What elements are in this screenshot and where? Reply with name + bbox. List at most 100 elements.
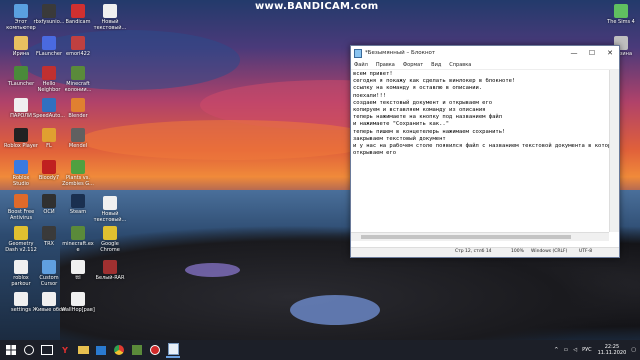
- record-icon: [150, 345, 160, 355]
- chrome-taskbar[interactable]: [112, 343, 126, 357]
- desktop-icon[interactable]: Plants vs. Zombies G...: [61, 160, 95, 187]
- notepad-app-icon: [354, 48, 362, 58]
- wallpaper-cloud: [80, 120, 380, 160]
- desktop-icon[interactable]: WallHop[рав]: [61, 292, 95, 313]
- desktop-icon-label: Plants vs. Zombies G...: [62, 175, 94, 187]
- wallpaper-pool: [290, 295, 380, 325]
- desktop-icon[interactable]: Blender: [61, 98, 95, 119]
- text-line: сегодня я покажу как сделать винлокер в …: [353, 78, 516, 85]
- desktop-icon-image: [71, 4, 85, 18]
- notepad-titlebar[interactable]: *Безымянный – Блокнот — ☐ ✕: [351, 46, 619, 60]
- status-eol: Windows (CRLF): [531, 249, 568, 254]
- desktop-icon-label: Minecraft колонии...: [64, 81, 92, 93]
- explorer-taskbar[interactable]: [76, 343, 90, 357]
- status-encoding: UTF-8: [579, 249, 593, 254]
- desktop-icon-image: [14, 292, 28, 306]
- desktop-icon[interactable]: Minecraft колонии...: [61, 66, 95, 93]
- desktop-icon[interactable]: Белый-RAR: [93, 260, 127, 281]
- desktop-icon-label: Steam: [69, 209, 87, 215]
- tray-network-icon[interactable]: ▭: [563, 347, 568, 353]
- desktop-icon-image: [71, 128, 85, 142]
- notepad-title: *Безымянный – Блокнот: [365, 50, 436, 56]
- text-line: поехали!!!: [353, 92, 387, 99]
- text-line: копируем и вставляем команду из описания: [353, 107, 486, 114]
- desktop-icon-image: [71, 160, 85, 174]
- desktop-icon-image: [42, 160, 56, 174]
- tray-language[interactable]: РУС: [582, 347, 592, 353]
- status-zoom: 100%: [511, 249, 524, 254]
- start-button[interactable]: [4, 343, 18, 357]
- text-line: ссылку на команду я оставлю в описании.: [353, 85, 483, 92]
- desktop-icon-image: [14, 36, 28, 50]
- desktop-icon-image: [42, 4, 56, 18]
- clock-date: 11.11.2020: [597, 350, 627, 356]
- desktop-icon[interactable]: Steam: [61, 194, 95, 215]
- desktop-icon[interactable]: Новый текстовый...: [93, 4, 127, 31]
- notepad-text-area[interactable]: всем привет! сегодня я покажу как сделать…: [351, 70, 609, 232]
- desktop-icon[interactable]: minecraft.exe: [61, 226, 95, 253]
- bandicam-taskbar[interactable]: [148, 343, 162, 357]
- menu-edit[interactable]: Правка: [376, 62, 395, 68]
- desktop-icon[interactable]: Bandicam: [61, 4, 95, 25]
- text-line: открываем его: [353, 150, 397, 157]
- desktop-icon-image: [14, 160, 28, 174]
- desktop-icon-label: ttl: [75, 275, 81, 281]
- menu-file[interactable]: Файл: [354, 62, 368, 68]
- desktop-icon-image: [42, 66, 56, 80]
- task-view-button[interactable]: [40, 343, 54, 357]
- desktop-icon-image: [71, 194, 85, 208]
- horizontal-scrollbar[interactable]: [351, 232, 609, 241]
- desktop-icon[interactable]: ttl: [61, 260, 95, 281]
- tray-arrow-icon[interactable]: ^: [554, 347, 558, 353]
- text-line: теперь нажимаете на кнопку под названием…: [353, 114, 503, 121]
- desktop-icon-image: [42, 98, 56, 112]
- notepad-taskbar[interactable]: [166, 342, 180, 358]
- desktop-icon[interactable]: Mendel: [61, 128, 95, 149]
- desktop-icon-image: [14, 4, 28, 18]
- desktop-icon-image: [103, 260, 117, 274]
- desktop-icon-label: WallHop[рав]: [61, 307, 95, 313]
- yandex-icon: Y: [62, 345, 68, 355]
- text-line: создаем текстовый документ и открываем е…: [353, 99, 493, 106]
- desktop-icon[interactable]: Google Chrome: [93, 226, 127, 253]
- close-button[interactable]: ✕: [601, 46, 619, 60]
- maximize-button[interactable]: ☐: [583, 46, 601, 60]
- menu-help[interactable]: Справка: [449, 62, 471, 68]
- search-icon: [24, 345, 34, 355]
- desktop-icon-image: [14, 226, 28, 240]
- desktop-icon-image: [42, 128, 56, 142]
- text-line: теперь пишем в концетелерь нажимаем сохр…: [353, 128, 506, 135]
- minecraft-taskbar[interactable]: [130, 343, 144, 357]
- tray-volume-icon[interactable]: ◁: [573, 347, 577, 353]
- text-line: закрываем текстовый документ: [353, 135, 446, 142]
- vertical-scrollbar[interactable]: [609, 70, 619, 232]
- windows-logo-icon: [6, 345, 16, 355]
- recorder-watermark: www.BANDICAM.com: [255, 1, 379, 12]
- desktop-icon[interactable]: The Sims 4: [604, 4, 638, 25]
- desktop-icon-label: emori422: [66, 51, 90, 57]
- text-line: и нажимаете "Сохранить как..": [353, 121, 450, 128]
- minecraft-icon: [132, 345, 142, 355]
- minimize-button[interactable]: —: [565, 46, 583, 60]
- desktop-icon-label: minecraft.exe: [62, 241, 94, 253]
- desktop-icon-label: Google Chrome: [100, 241, 120, 253]
- search-button[interactable]: [22, 343, 36, 357]
- desktop-icon-image: [71, 98, 85, 112]
- menu-view[interactable]: Вид: [431, 62, 441, 68]
- desktop-icon-image: [14, 194, 28, 208]
- chrome-icon: [114, 345, 124, 355]
- notepad-window[interactable]: *Безымянный – Блокнот — ☐ ✕ Файл Правка …: [350, 45, 620, 258]
- store-icon: [96, 345, 106, 355]
- desktop-icon[interactable]: Новый текстовый...: [93, 196, 127, 223]
- notepad-statusbar: Стр 12, стлб 14 100% Windows (CRLF) UTF-…: [351, 247, 619, 257]
- yandex-browser-taskbar[interactable]: Y: [58, 343, 72, 357]
- store-taskbar[interactable]: [94, 343, 108, 357]
- desktop-icon[interactable]: emori422: [61, 36, 95, 57]
- scrollbar-thumb[interactable]: [361, 235, 571, 239]
- desktop-icon-image: [71, 36, 85, 50]
- menu-format[interactable]: Формат: [403, 62, 423, 68]
- desktop-icon-label: Bandicam: [65, 19, 91, 25]
- notifications-icon[interactable]: ▢: [631, 347, 636, 353]
- clock[interactable]: 22:25 11.11.2020: [598, 344, 627, 356]
- desktop-icon-image: [103, 226, 117, 240]
